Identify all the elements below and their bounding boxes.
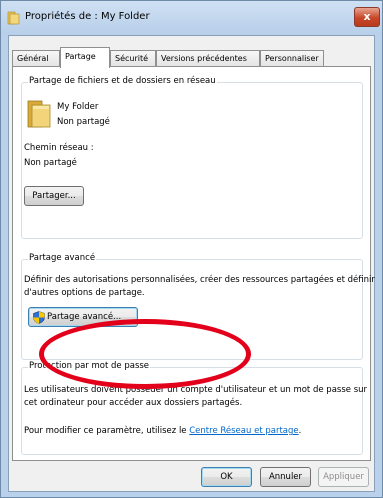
folder-share-status: Non partagé <box>57 117 110 127</box>
ok-button[interactable]: OK <box>201 467 252 487</box>
uac-shield-icon <box>33 311 45 324</box>
protection-text-3-prefix: Pour modifier ce paramètre, utilisez le <box>24 426 187 436</box>
advanced-sharing-description-2: d'autres options de partage. <box>24 288 145 298</box>
protection-text-3: Pour modifier ce paramètre, utilisez le … <box>24 426 301 436</box>
password-protection-group-title: Protection par mot de passe <box>28 361 151 371</box>
network-sharing-group-title: Partage de fichiers et de dossiers en ré… <box>28 76 217 86</box>
protection-text-2: cet ordinateur pour accéder aux dossiers… <box>24 398 243 408</box>
advanced-sharing-button[interactable]: Partage avancé... <box>28 307 138 327</box>
tab-security[interactable]: Sécurité <box>110 50 156 67</box>
protection-text-3-suffix: . <box>298 426 302 436</box>
large-folder-icon <box>27 100 51 128</box>
advanced-sharing-button-label: Partage avancé... <box>47 312 122 322</box>
network-sharing-group: Partage de fichiers et de dossiers en ré… <box>21 76 363 239</box>
share-button[interactable]: Partager... <box>24 186 84 206</box>
network-path-value: Non partagé <box>24 158 77 168</box>
network-path-label: Chemin réseau : <box>24 143 94 153</box>
folder-icon <box>7 11 20 25</box>
title-bar[interactable]: Propriétés de : My Folder x <box>1 1 382 35</box>
folder-name: My Folder <box>57 102 99 112</box>
apply-button[interactable]: Appliquer <box>318 467 369 487</box>
cancel-button[interactable]: Annuler <box>260 467 311 487</box>
tab-general[interactable]: Général <box>12 50 60 67</box>
close-button[interactable]: x <box>354 7 380 27</box>
sharing-panel: Partage de fichiers et de dossiers en ré… <box>12 66 375 461</box>
advanced-sharing-group-title: Partage avancé <box>28 253 97 263</box>
advanced-sharing-group: Partage avancé Définir des autorisations… <box>21 253 375 360</box>
network-sharing-center-link[interactable]: Centre Réseau et partage <box>189 426 298 436</box>
protection-text-1: Les utilisateurs doivent posséder un com… <box>24 385 368 395</box>
tab-previous-versions[interactable]: Versions précédentes <box>156 50 260 67</box>
password-protection-group: Protection par mot de passe Les utilisat… <box>21 361 367 455</box>
advanced-sharing-description-1: Définir des autorisations personnalisées… <box>24 275 375 285</box>
dialog-client-area: Général Partage Sécurité Versions précéd… <box>8 35 375 492</box>
properties-window: Propriétés de : My Folder x Général Part… <box>0 0 383 498</box>
window-title: Propriétés de : My Folder <box>25 11 150 22</box>
tab-customize[interactable]: Personnaliser <box>260 50 324 67</box>
tab-sharing[interactable]: Partage <box>60 47 110 68</box>
